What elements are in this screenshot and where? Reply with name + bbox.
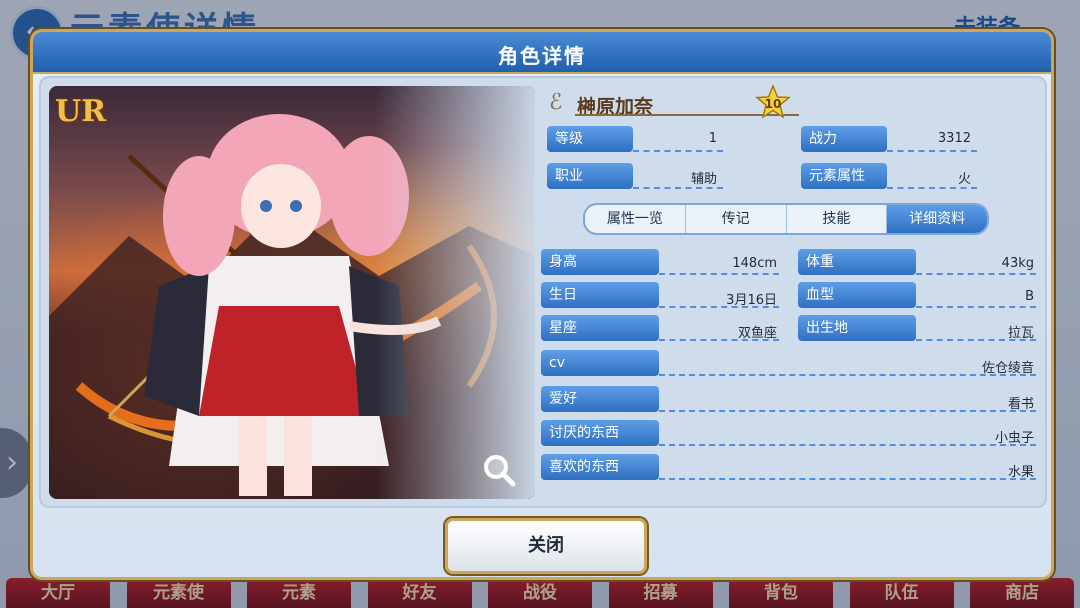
like-value: 水果	[1007, 465, 1034, 480]
power-label: 战力	[801, 126, 887, 152]
tab-skills[interactable]: 技能	[787, 205, 888, 233]
star-level-value: 10	[765, 97, 782, 111]
dislike-label: 讨厌的东西	[541, 420, 659, 446]
rarity-badge: UR	[55, 94, 107, 129]
element-label: 元素属性	[801, 163, 887, 189]
blood-type-value: B	[1025, 289, 1034, 304]
modal-header: 角色详情	[33, 32, 1051, 74]
birthday-label: 生日	[541, 282, 659, 308]
character-portrait: UR	[49, 86, 535, 499]
power-value: 3312	[937, 131, 971, 146]
modal-title: 角色详情	[498, 44, 586, 68]
cv-label: cv	[541, 350, 659, 376]
like-label: 喜欢的东西	[541, 454, 659, 480]
detail-tabs: 属性一览 传记 技能 详细资料	[583, 203, 989, 235]
star-level-icon: 10	[755, 84, 791, 119]
zodiac-value: 双鱼座	[737, 326, 777, 341]
level-value: 1	[708, 131, 717, 146]
height-label: 身高	[541, 249, 659, 275]
character-detail-modal: 角色详情 UR ℰ 榊原加奈 10 等级 1 战力 3312 职业 辅助 元素属…	[30, 29, 1054, 580]
cv-value: 佐仓绫音	[981, 361, 1034, 376]
dislike-value: 小虫子	[994, 431, 1034, 446]
zodiac-label: 星座	[541, 315, 659, 341]
blood-type-label: 血型	[798, 282, 916, 308]
element-value: 火	[957, 172, 971, 187]
tab-details[interactable]: 详细资料	[887, 205, 987, 233]
level-label: 等级	[547, 126, 633, 152]
birthplace-value: 拉瓦	[1007, 326, 1034, 341]
birthday-value: 3月16日	[726, 293, 777, 308]
hobby-label: 爱好	[541, 386, 659, 412]
blood-type-line	[916, 306, 1036, 308]
weight-value: 43kg	[1001, 256, 1034, 271]
close-button[interactable]: 关闭	[445, 518, 647, 574]
tab-biography[interactable]: 传记	[686, 205, 787, 233]
name-ornament-icon: ℰ	[549, 90, 563, 115]
level-line	[633, 150, 723, 152]
hobby-value: 看书	[1007, 397, 1034, 412]
job-value: 辅助	[690, 172, 717, 187]
height-value: 148cm	[732, 256, 777, 271]
tab-attributes[interactable]: 属性一览	[585, 205, 686, 233]
height-line	[659, 273, 779, 275]
power-line	[887, 150, 977, 152]
portrait-fade	[375, 86, 535, 499]
weight-line	[916, 273, 1036, 275]
birthplace-label: 出生地	[798, 315, 916, 341]
job-line	[633, 187, 723, 189]
modal-content: UR ℰ 榊原加奈 10 等级 1 战力 3312 职业 辅助 元素属性 火 属…	[39, 76, 1047, 508]
element-line	[887, 187, 977, 189]
job-label: 职业	[547, 163, 633, 189]
magnifier-icon[interactable]	[481, 452, 517, 488]
weight-label: 体重	[798, 249, 916, 275]
